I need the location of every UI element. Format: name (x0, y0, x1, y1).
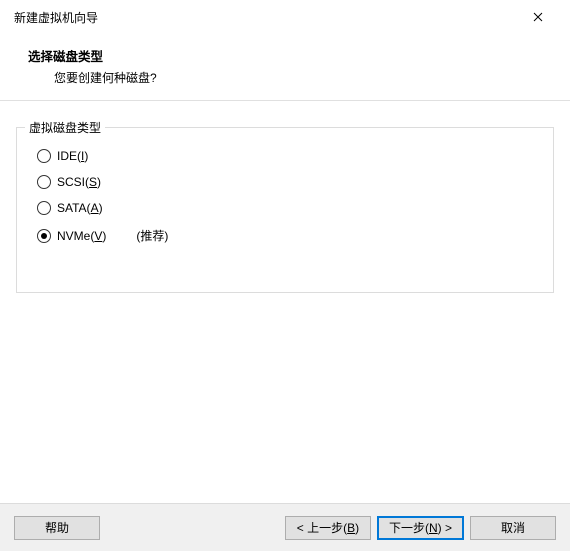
radio-label: SCSI(S) (57, 175, 101, 189)
disk-type-group: 虚拟磁盘类型 IDE(I) SCSI(S) SATA(A) NVMe(V) (推… (16, 127, 554, 293)
radio-option-sata[interactable]: SATA(A) (37, 201, 539, 215)
window-title: 新建虚拟机向导 (14, 9, 98, 26)
close-button[interactable] (518, 3, 558, 31)
page-title: 选择磁盘类型 (28, 46, 542, 65)
back-button[interactable]: < 上一步(B) (285, 516, 371, 540)
radio-option-ide[interactable]: IDE(I) (37, 149, 539, 163)
wizard-header: 选择磁盘类型 您要创建何种磁盘? (0, 34, 570, 100)
radio-label: IDE(I) (57, 149, 88, 163)
page-subtitle: 您要创建何种磁盘? (28, 69, 542, 86)
content-area: 虚拟磁盘类型 IDE(I) SCSI(S) SATA(A) NVMe(V) (推… (0, 101, 570, 303)
titlebar: 新建虚拟机向导 (0, 0, 570, 34)
radio-option-nvme[interactable]: NVMe(V) (推荐) (37, 227, 539, 244)
radio-label: SATA(A) (57, 201, 103, 215)
wizard-footer: 帮助 < 上一步(B) 下一步(N) > 取消 (0, 503, 570, 551)
close-icon (533, 12, 543, 22)
group-legend: 虚拟磁盘类型 (25, 119, 105, 136)
radio-icon (37, 149, 51, 163)
radio-icon (37, 229, 51, 243)
radio-icon (37, 175, 51, 189)
next-button[interactable]: 下一步(N) > (377, 516, 464, 540)
radio-icon (37, 201, 51, 215)
cancel-button[interactable]: 取消 (470, 516, 556, 540)
radio-label: NVMe(V) (57, 229, 106, 243)
recommended-label: (推荐) (136, 227, 168, 244)
radio-option-scsi[interactable]: SCSI(S) (37, 175, 539, 189)
help-button[interactable]: 帮助 (14, 516, 100, 540)
